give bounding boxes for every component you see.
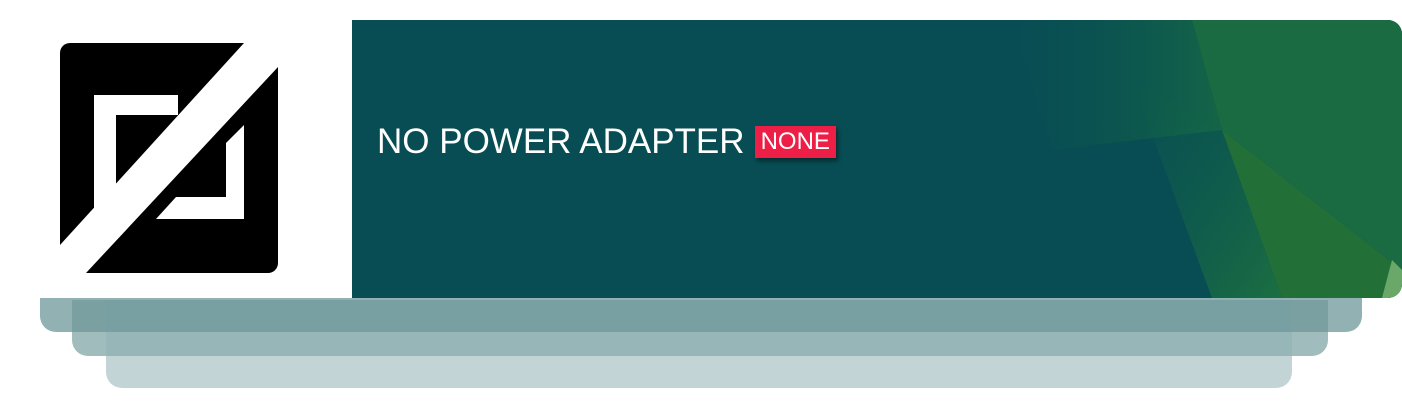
status-badge: NONE bbox=[754, 126, 836, 158]
logo-panel bbox=[0, 0, 352, 298]
banner-stage: NO POWER ADAPTER NONE bbox=[0, 0, 1402, 413]
headline-banner: NO POWER ADAPTER NONE bbox=[352, 20, 1402, 298]
headline-text: NO POWER ADAPTER bbox=[377, 122, 745, 161]
headline: NO POWER ADAPTER NONE bbox=[377, 120, 836, 164]
no-power-adapter-icon bbox=[60, 43, 278, 273]
shadow-card-front bbox=[40, 296, 1362, 332]
